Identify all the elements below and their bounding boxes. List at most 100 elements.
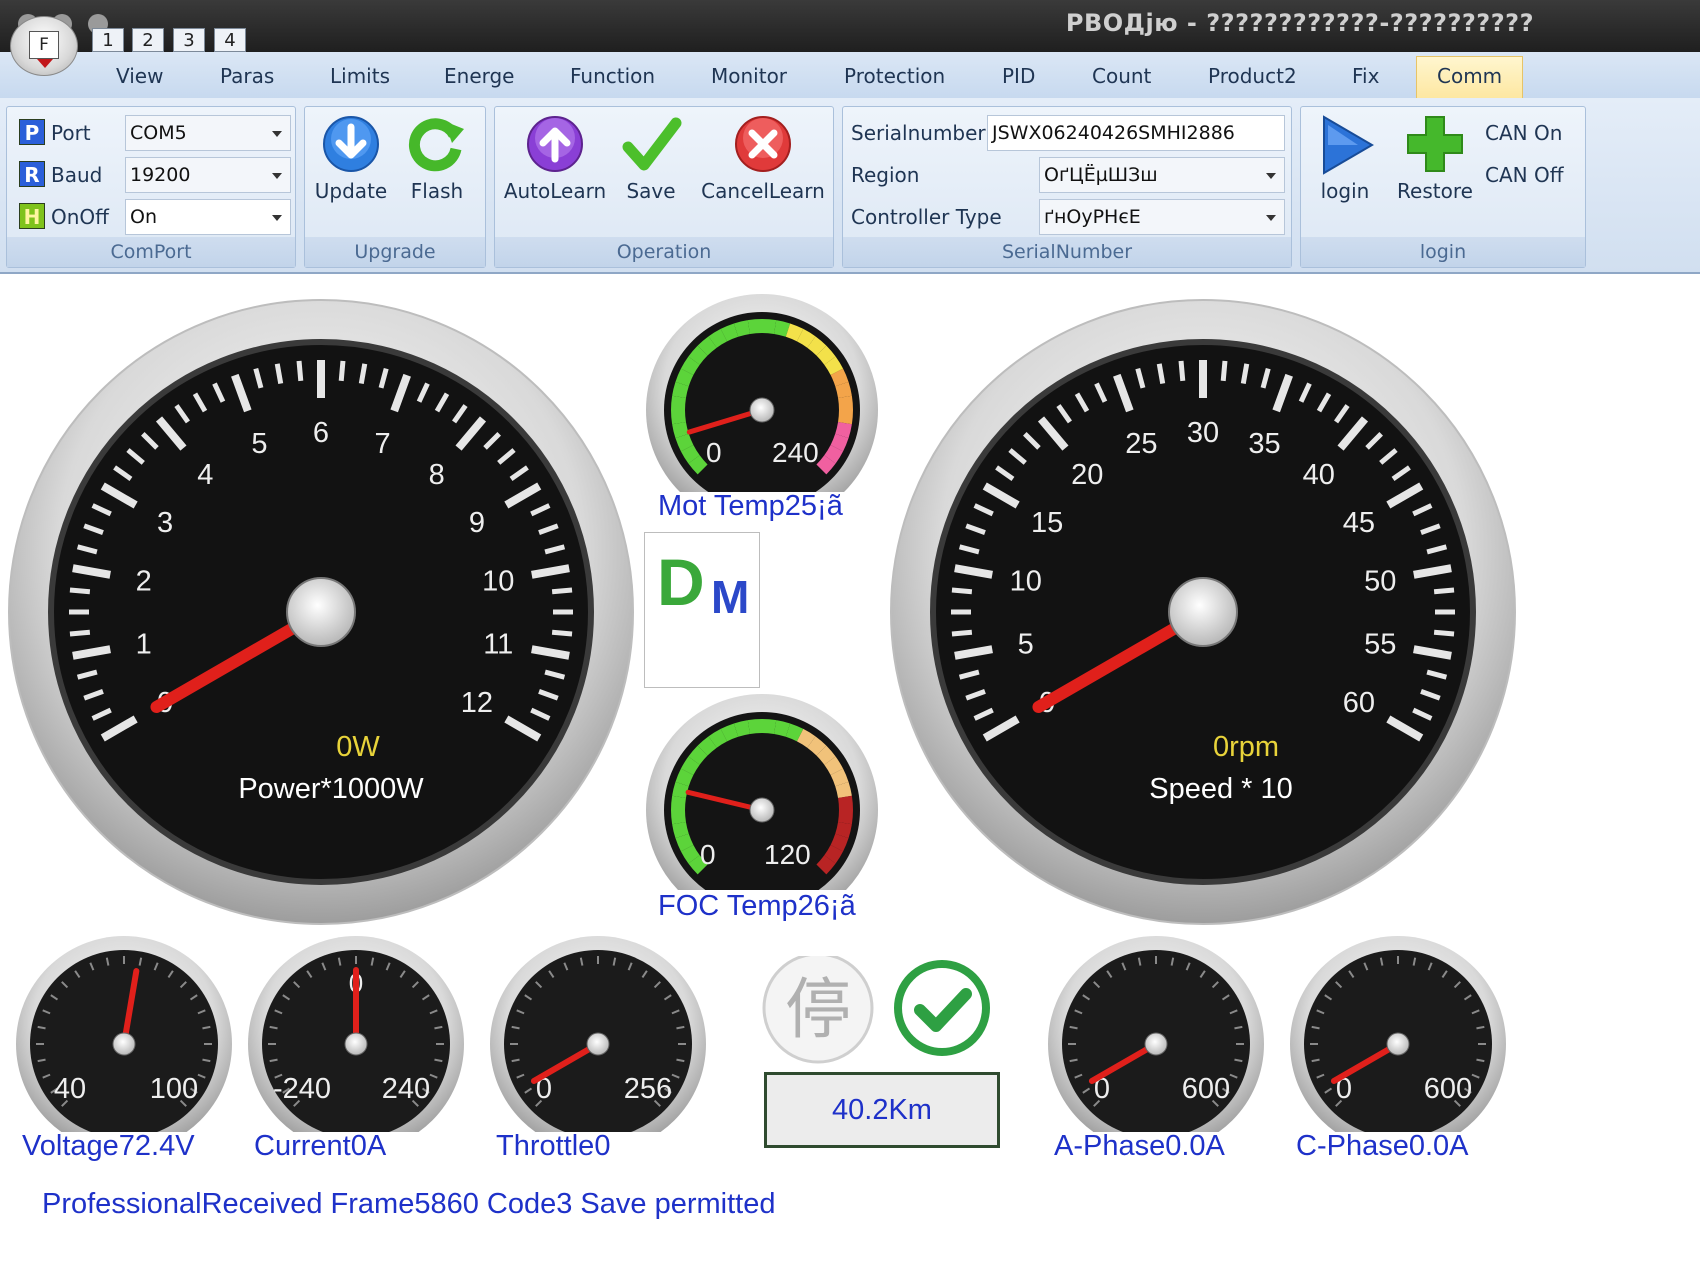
cancellearn-label: CancelLearn [701, 179, 825, 203]
current-label: Current0A [254, 1130, 387, 1162]
can-on-button[interactable]: CAN On [1485, 121, 1562, 145]
serialnumber-group: Serialnumber JSWX06240426SMHI2886 Region… [842, 106, 1292, 268]
ribbon-tab-bar: View Paras Limits Energe Function Monito… [0, 52, 1700, 99]
speed-tick [1433, 629, 1455, 637]
tab-protection[interactable]: Protection [844, 64, 945, 88]
power-tick-label: 7 [374, 428, 390, 460]
tab-pid[interactable]: PID [1002, 64, 1035, 88]
quick-tab-1[interactable]: 1 [92, 28, 124, 52]
throttle-max-label: 256 [624, 1073, 672, 1105]
upload-arrow-icon [527, 116, 583, 172]
power-tick [551, 587, 573, 595]
current-gauge: -2402400 [248, 936, 464, 1132]
operation-group: AutoLearn Save CancelLearn Operation [494, 106, 834, 268]
logo-letter-m: M [711, 571, 749, 623]
mot-arc-segment [675, 368, 694, 387]
foc-arc-segment [675, 768, 694, 787]
logo-letter-d: D [657, 545, 705, 619]
serialnumber-value: JSWX06240426SMHI2886 [992, 122, 1235, 144]
mot-arc-segment [835, 421, 852, 439]
power-tick-label: 3 [157, 507, 173, 539]
power-tick [69, 587, 91, 595]
baud-badge: R [19, 161, 45, 187]
mot-arc-segment [807, 336, 827, 356]
mot-temp-label: Mot Temp25¡ã [658, 490, 843, 522]
power-tick [296, 360, 304, 382]
controller-type-select[interactable]: ґнОуРНєЕ [1039, 199, 1285, 235]
foc-arc-segment [773, 720, 791, 737]
throttle-gauge: 0 256 [490, 936, 706, 1132]
login-group: login Restore CAN On CAN Off login [1300, 106, 1586, 268]
dm-logo-box: D M [644, 532, 760, 688]
mot-arc-segment [816, 455, 836, 475]
tab-product2[interactable]: Product2 [1208, 64, 1297, 88]
serialnumber-caption: SerialNumber [843, 237, 1291, 267]
tab-count[interactable]: Count [1092, 64, 1151, 88]
tab-monitor[interactable]: Monitor [711, 64, 787, 88]
throttle-label: Throttle0 [496, 1130, 611, 1162]
quick-tab-3[interactable]: 3 [173, 28, 205, 52]
window-title: РВОДјю - ????????????-?????????? [1065, 9, 1534, 37]
mot-arc-segment [773, 320, 791, 337]
tab-function[interactable]: Function [570, 64, 655, 88]
speed-tick [951, 587, 973, 595]
foc-arc-segment [830, 833, 849, 852]
can-off-button[interactable]: CAN Off [1485, 163, 1564, 187]
foc-temp-gauge: 0 120 [646, 694, 878, 890]
foc-arc-segment [796, 728, 816, 748]
login-caption: login [1301, 237, 1585, 267]
speed-hub [1168, 577, 1238, 647]
application-menu-button[interactable]: F [10, 16, 78, 76]
tab-fix[interactable]: Fix [1352, 64, 1379, 88]
quick-tab-2[interactable]: 2 [132, 28, 164, 52]
foc-arc-segment [747, 719, 763, 734]
quick-tab-4[interactable]: 4 [214, 28, 246, 52]
plus-icon [1407, 116, 1463, 172]
upgrade-caption: Upgrade [305, 237, 485, 267]
voltage-gauge: 40 100 [16, 936, 232, 1132]
onoff-select[interactable]: On [125, 199, 291, 235]
tab-view[interactable]: View [116, 64, 163, 88]
tab-comm[interactable]: Comm [1416, 56, 1524, 98]
tab-paras[interactable]: Paras [220, 64, 274, 88]
speed-tick [1156, 363, 1166, 384]
mot-temp-gauge: 0 240 [646, 294, 878, 492]
foc-arc-segment [680, 844, 700, 864]
speed-tick-label: 55 [1364, 628, 1396, 660]
speed-tick [1220, 360, 1228, 382]
speed-tick-label: 15 [1031, 507, 1063, 539]
foc-arc-segment [671, 795, 686, 811]
baud-select[interactable]: 19200 [125, 157, 291, 193]
serialnumber-field[interactable]: JSWX06240426SMHI2886 [987, 115, 1285, 151]
speed-gauge: 051015202530354045505560 0rpm Speed * 10 [890, 299, 1516, 925]
status-message: ProfessionalReceived Frame5860 Code3 Sav… [42, 1188, 776, 1220]
foc-arc-segment [672, 781, 689, 799]
foc-arc-segment [708, 728, 728, 748]
flash-button[interactable]: Flash [397, 113, 477, 203]
save-button[interactable]: Save [611, 113, 691, 203]
region-select[interactable]: ОґЦЁµШЗш [1039, 157, 1285, 193]
login-button[interactable]: login [1309, 113, 1381, 203]
foc-arc-segment [835, 781, 852, 799]
restore-button[interactable]: Restore [1387, 113, 1483, 203]
a-phase-gauge: 0 600 [1048, 936, 1264, 1132]
voltage-label: Voltage72.4V [22, 1130, 195, 1162]
port-select[interactable]: COM5 [125, 115, 291, 151]
current-max-label: 240 [382, 1073, 430, 1105]
upgrade-group: Update Flash Upgrade [304, 106, 486, 268]
mot-temp-hub [749, 397, 775, 423]
dm-logo: D M [657, 545, 749, 623]
mot-arc-segment [697, 336, 717, 356]
controller-type-value: ґнОуРНєЕ [1044, 206, 1141, 228]
mot-arc-segment [824, 356, 844, 376]
foc-arc-segment [838, 795, 853, 811]
tab-limits[interactable]: Limits [330, 64, 390, 88]
update-button[interactable]: Update [311, 113, 391, 203]
tab-energe[interactable]: Energe [444, 64, 515, 88]
foc-arc-segment [720, 723, 739, 742]
power-tick [69, 629, 91, 637]
cancellearn-button[interactable]: CancelLearn [695, 113, 831, 203]
speed-tick-label: 30 [1187, 417, 1219, 449]
autolearn-button[interactable]: AutoLearn [503, 113, 607, 203]
speed-value-readout: 0rpm [1213, 731, 1279, 763]
